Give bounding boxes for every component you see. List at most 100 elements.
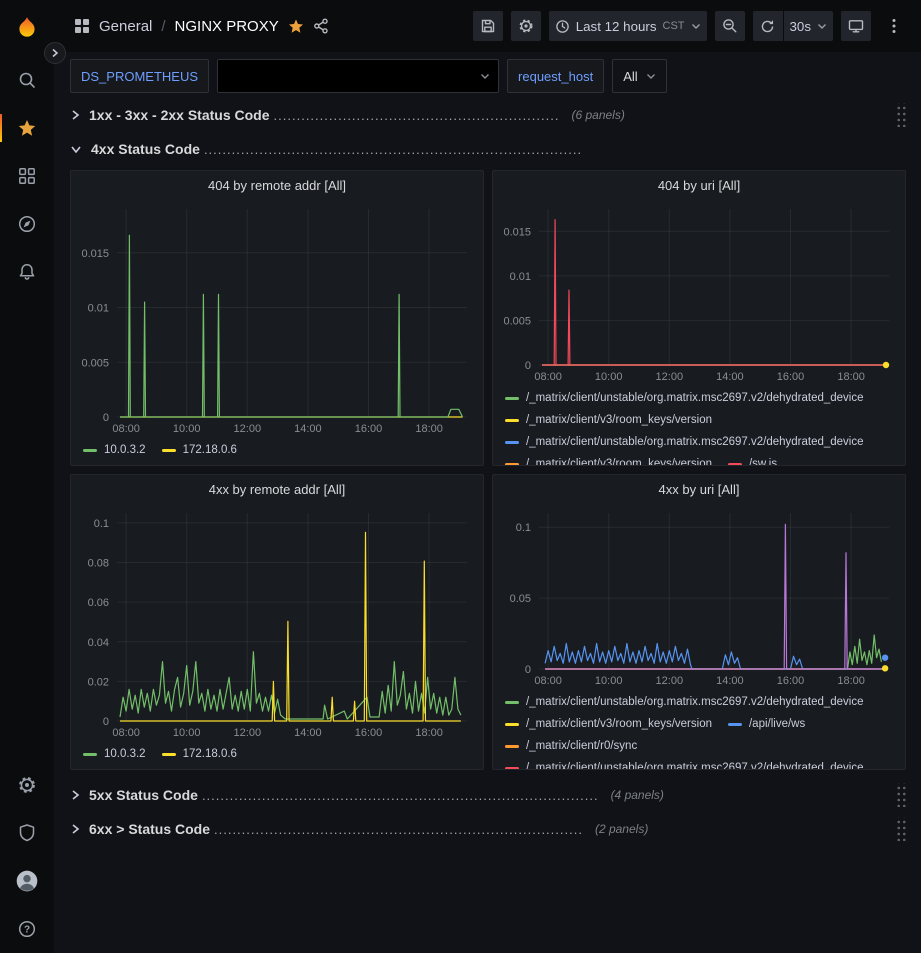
sidebar-item-server-admin[interactable] (0, 809, 54, 857)
svg-text:10:00: 10:00 (595, 371, 623, 383)
legend-series-label: /_matrix/client/unstable/org.matrix.msc2… (526, 436, 864, 448)
row-header-6xx[interactable]: 6xx > Status Code ......................… (70, 816, 906, 842)
svg-text:0.08: 0.08 (88, 558, 109, 570)
time-series-chart[interactable]: 00.0050.010.01508:0010:0012:0014:0016:00… (493, 201, 905, 385)
row-header-4xx[interactable]: 4xx Status Code ........................… (70, 136, 906, 162)
legend-item[interactable]: /_matrix/client/unstable/org.matrix.msc2… (505, 392, 864, 404)
svg-text:0.1: 0.1 (516, 522, 531, 534)
clock-icon (555, 19, 570, 34)
panel-title[interactable]: 4xx by remote addr [All] (71, 475, 483, 505)
bell-icon (17, 262, 37, 282)
panel-title[interactable]: 404 by remote addr [All] (71, 171, 483, 201)
tv-mode-button[interactable] (841, 11, 871, 41)
legend-row: 10.0.3.2 172.18.0.6 (83, 743, 475, 765)
legend-item[interactable]: /_matrix/client/unstable/org.matrix.msc2… (505, 762, 864, 770)
panel-404-by-remote-addr: 404 by remote addr [All] 00.0050.010.015… (70, 170, 484, 466)
sidebar-item-starred[interactable] (0, 104, 54, 152)
legend-series-marker (83, 753, 97, 756)
main-area: General / NGINX PROXY Last 12 hours CST (54, 0, 921, 953)
legend-row: /_matrix/client/r0/sync (505, 735, 897, 757)
time-series-chart[interactable]: 00.0050.010.01508:0010:0012:0014:0016:00… (71, 201, 483, 437)
favorite-star-icon[interactable] (288, 18, 304, 34)
legend-item[interactable]: /_matrix/client/unstable/org.matrix.msc2… (505, 696, 864, 708)
legend-item[interactable]: /_matrix/client/unstable/org.matrix.msc2… (505, 436, 864, 448)
legend-item[interactable]: 10.0.3.2 (83, 748, 146, 760)
row-header-5xx[interactable]: 5xx Status Code ........................… (70, 782, 906, 808)
shield-icon (17, 823, 37, 843)
dashboard-settings-button[interactable] (511, 11, 541, 41)
svg-text:10:00: 10:00 (595, 675, 623, 687)
legend-series-marker (728, 463, 742, 466)
svg-text:10:00: 10:00 (173, 423, 201, 435)
legend-series-marker (505, 397, 519, 400)
chart-legend: /_matrix/client/unstable/org.matrix.msc2… (493, 385, 905, 466)
svg-text:0: 0 (103, 412, 109, 424)
legend-item[interactable]: /api/live/ws (728, 718, 805, 730)
save-dashboard-button[interactable] (473, 11, 503, 41)
sidebar-item-profile[interactable] (0, 857, 54, 905)
legend-item[interactable]: /sw.js (728, 458, 777, 466)
svg-text:14:00: 14:00 (294, 423, 322, 435)
svg-text:0.005: 0.005 (81, 357, 109, 369)
panel-title[interactable]: 404 by uri [All] (493, 171, 905, 201)
row-title: 4xx Status Code (91, 141, 200, 157)
dashboard-title[interactable]: NGINX PROXY (175, 18, 279, 35)
refresh-dashboard-button[interactable] (753, 11, 783, 41)
row-title: 5xx Status Code (89, 787, 198, 803)
chart-svg: 00.0050.010.01508:0010:0012:0014:0016:00… (71, 201, 483, 437)
refresh-button-group: 30s (753, 11, 834, 41)
kebab-menu-button[interactable] (879, 11, 909, 41)
legend-row: /_matrix/client/unstable/org.matrix.msc2… (505, 431, 897, 453)
legend-item[interactable]: 172.18.0.6 (162, 444, 237, 456)
sidebar-spacer (0, 296, 54, 761)
breadcrumb-section[interactable]: General (99, 18, 152, 35)
row-header-1xx-3xx-2xx[interactable]: 1xx - 3xx - 2xx Status Code ............… (70, 102, 906, 128)
variable-label-ds-prometheus[interactable]: DS_PROMETHEUS (70, 59, 209, 93)
row-drag-handle[interactable] (895, 817, 906, 841)
sidebar-item-configuration[interactable] (0, 761, 54, 809)
variable-label-request-host[interactable]: request_host (507, 59, 604, 93)
svg-text:18:00: 18:00 (837, 675, 865, 687)
sidebar-item-explore[interactable] (0, 200, 54, 248)
time-series-chart[interactable]: 00.050.108:0010:0012:0014:0016:0018:00 (493, 505, 905, 689)
legend-item[interactable]: /_matrix/client/r0/sync (505, 740, 637, 752)
share-icon[interactable] (313, 18, 329, 34)
legend-row: /_matrix/client/unstable/org.matrix.msc2… (505, 387, 897, 409)
sidebar-item-help[interactable]: ? (0, 905, 54, 953)
legend-series-marker (505, 701, 519, 704)
sidebar-item-dashboards[interactable] (0, 152, 54, 200)
legend-item[interactable]: /_matrix/client/v3/room_keys/version (505, 414, 712, 426)
zoom-out-time-button[interactable] (715, 11, 745, 41)
legend-item[interactable]: /_matrix/client/v3/room_keys/version (505, 458, 712, 466)
variable-value-ds-prometheus[interactable] (217, 59, 499, 93)
legend-row: /_matrix/client/v3/room_keys/version (505, 409, 897, 431)
legend-item[interactable]: 10.0.3.2 (83, 444, 146, 456)
svg-text:08:00: 08:00 (112, 423, 140, 435)
chart-svg: 00.0050.010.01508:0010:0012:0014:0016:00… (493, 201, 905, 385)
row-drag-handle[interactable] (895, 783, 906, 807)
chevron-right-icon (70, 109, 80, 121)
legend-item[interactable]: /_matrix/client/v3/room_keys/version (505, 718, 712, 730)
variable-value-request-host[interactable]: All (612, 59, 666, 93)
legend-item[interactable]: 172.18.0.6 (162, 748, 237, 760)
svg-text:14:00: 14:00 (716, 675, 744, 687)
row-panel-count: (6 panels) (571, 108, 624, 122)
svg-text:14:00: 14:00 (294, 727, 322, 739)
sidebar: ? (0, 0, 54, 953)
refresh-interval-select[interactable]: 30s (784, 11, 834, 41)
sidebar-item-search[interactable] (0, 56, 54, 104)
gear-icon (518, 18, 534, 34)
svg-text:0.06: 0.06 (88, 597, 109, 609)
sidebar-expand-button[interactable] (44, 42, 66, 64)
gear-icon (17, 775, 37, 795)
breadcrumb-separator: / (161, 18, 165, 35)
monitor-icon (848, 18, 864, 34)
time-series-chart[interactable]: 00.020.040.060.080.108:0010:0012:0014:00… (71, 505, 483, 741)
panel-404-by-uri: 404 by uri [All] 00.0050.010.01508:0010:… (492, 170, 906, 466)
chevron-right-icon (70, 789, 80, 801)
svg-text:10:00: 10:00 (173, 727, 201, 739)
panel-title[interactable]: 4xx by uri [All] (493, 475, 905, 505)
row-drag-handle[interactable] (895, 103, 906, 127)
time-range-picker[interactable]: Last 12 hours CST (549, 11, 707, 41)
sidebar-item-alerting[interactable] (0, 248, 54, 296)
